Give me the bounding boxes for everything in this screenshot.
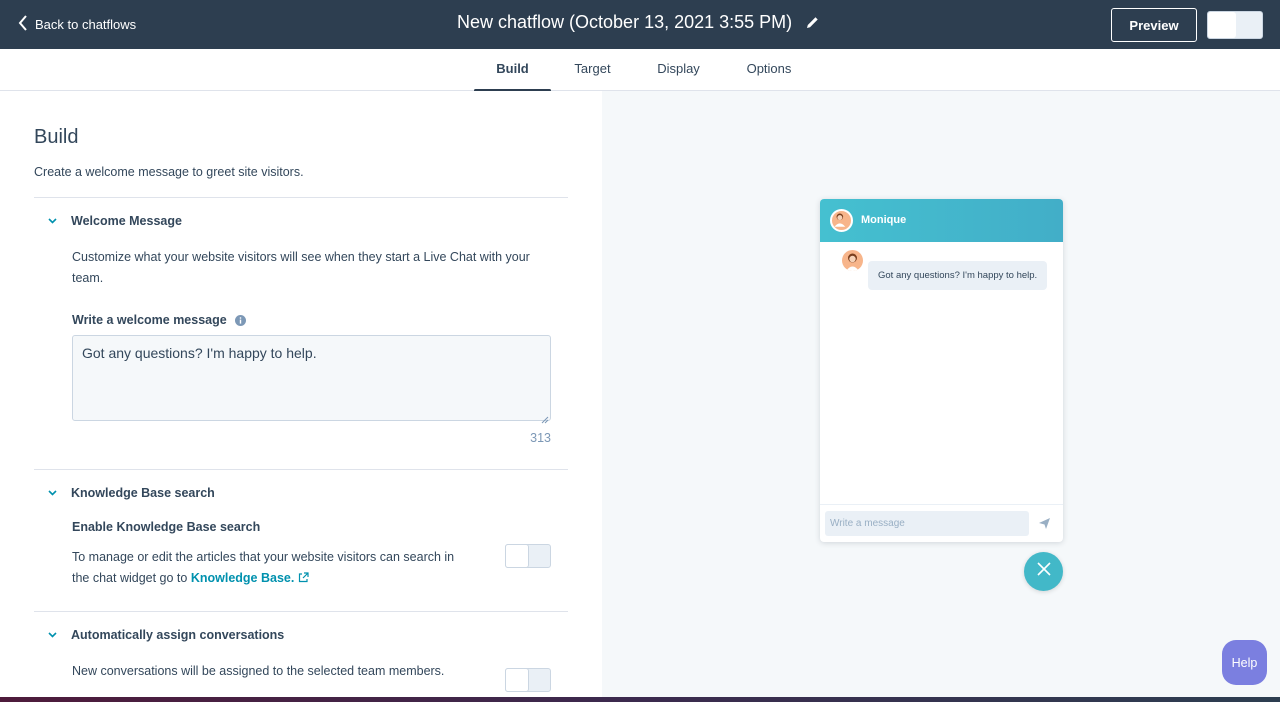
build-panel: Build Create a welcome message to greet … — [0, 91, 602, 702]
tab-display[interactable]: Display — [650, 49, 707, 91]
chatflow-on-off-toggle[interactable] — [1207, 11, 1263, 39]
section-title: Welcome Message — [71, 214, 182, 228]
page-title: Build — [34, 126, 79, 148]
chat-footer: Write a message — [820, 504, 1063, 542]
chatflow-title-group: New chatflow (October 13, 2021 3:55 PM) — [457, 12, 819, 33]
top-bar: Back to chatflows New chatflow (October … — [0, 0, 1280, 49]
preview-button[interactable]: Preview — [1111, 8, 1197, 42]
welcome-message-label: Write a welcome message — [72, 313, 246, 327]
welcome-message-input[interactable]: Got any questions? I'm happy to help. — [72, 335, 551, 421]
tab-target[interactable]: Target — [567, 49, 618, 91]
auto-assign-toggle[interactable] — [505, 668, 551, 692]
knowledge-base-section-header[interactable]: Knowledge Base search — [48, 486, 215, 500]
resize-handle-icon[interactable] — [541, 411, 549, 424]
section-title: Knowledge Base search — [71, 486, 215, 500]
kb-description-line1: To manage or edit the articles that your… — [72, 550, 455, 564]
kb-description-line2: the chat widget go to Knowledge Base. — [72, 568, 309, 589]
pencil-icon[interactable] — [806, 16, 819, 29]
external-link-icon[interactable] — [294, 571, 309, 585]
welcome-description-line2: team. — [72, 271, 104, 285]
tab-options[interactable]: Options — [740, 49, 798, 91]
kb-enable-label: Enable Knowledge Base search — [72, 520, 260, 534]
chevron-down-icon — [48, 218, 57, 224]
page-subtitle: Create a welcome message to greet site v… — [34, 165, 304, 179]
toggle-knob — [505, 544, 529, 568]
knowledge-base-link[interactable]: Knowledge Base. — [191, 571, 295, 585]
field-label: Write a welcome message — [72, 313, 227, 327]
toggle-knob — [1208, 12, 1236, 38]
divider — [34, 469, 568, 470]
kb-search-toggle[interactable] — [505, 544, 551, 568]
auto-assign-section-header[interactable]: Automatically assign conversations — [48, 628, 284, 642]
chat-message-input[interactable]: Write a message — [825, 511, 1029, 536]
welcome-description-line1: Customize what your website visitors wil… — [72, 250, 530, 264]
agent-name: Monique — [861, 214, 907, 226]
help-button[interactable]: Help — [1222, 640, 1267, 685]
divider — [34, 611, 568, 612]
avatar — [830, 209, 853, 232]
kb-description-prefix: the chat widget go to — [72, 571, 191, 585]
welcome-message-section-header[interactable]: Welcome Message — [48, 214, 182, 228]
chevron-down-icon — [48, 632, 57, 638]
info-icon[interactable] — [234, 314, 246, 326]
avatar — [842, 250, 863, 271]
chevron-down-icon — [48, 490, 57, 496]
section-title: Automatically assign conversations — [71, 628, 285, 642]
chat-header: Monique — [820, 199, 1063, 242]
character-count: 313 — [530, 431, 551, 445]
close-icon — [1036, 562, 1051, 581]
chatflow-title: New chatflow (October 13, 2021 3:55 PM) — [457, 12, 793, 32]
tab-build[interactable]: Build — [474, 49, 551, 92]
field-label: Enable Knowledge Base search — [72, 520, 261, 534]
auto-assign-description: New conversations will be assigned to th… — [72, 664, 445, 678]
close-chat-button[interactable] — [1024, 552, 1063, 591]
divider — [34, 197, 568, 198]
chat-message-bubble: Got any questions? I'm happy to help. — [868, 261, 1048, 290]
back-to-chatflows-link[interactable]: Back to chatflows — [18, 15, 136, 34]
back-label: Back to chatflows — [35, 17, 137, 32]
tab-bar: Build Target Display Options — [0, 49, 1280, 92]
bottom-edge — [0, 697, 1280, 702]
chevron-left-icon — [18, 15, 28, 34]
chat-widget-preview: Monique Got any questions? I'm happy to … — [820, 199, 1063, 542]
toggle-knob — [505, 668, 529, 692]
